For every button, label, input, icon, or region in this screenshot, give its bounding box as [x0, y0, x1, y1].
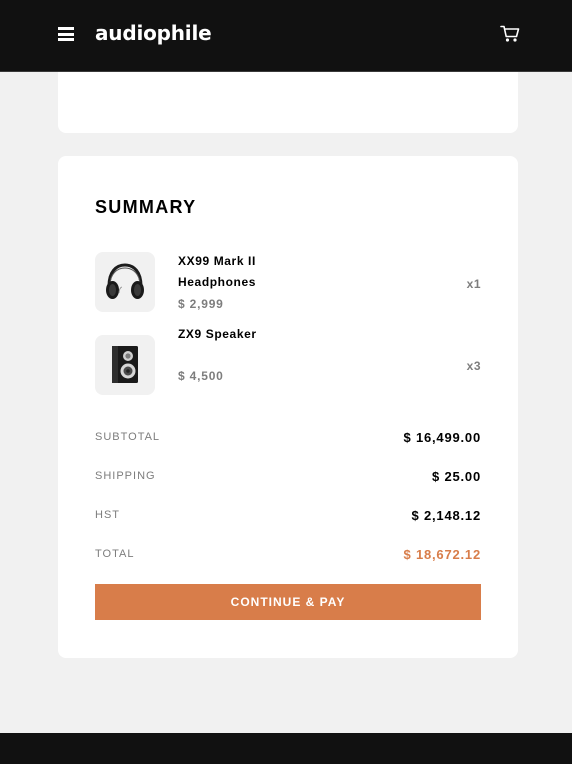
hst-value: $ 2,148.12 — [411, 508, 481, 523]
item-quantity: x1 — [466, 277, 481, 291]
item-price: $ 2,999 — [178, 297, 224, 311]
summary-card: SUMMARY XX99 Mark II Headphones $ 2,999 … — [58, 156, 518, 658]
grand-total-label: TOTAL — [95, 548, 135, 560]
item-name: ZX9 Speaker — [178, 327, 257, 341]
item-name: XX99 Mark II Headphones — [178, 254, 257, 289]
item-price: $ 4,500 — [178, 369, 224, 383]
subtotal-value: $ 16,499.00 — [403, 430, 481, 445]
item-quantity: x3 — [466, 359, 481, 373]
hamburger-menu-icon[interactable] — [58, 27, 74, 41]
checkout-form-card — [58, 72, 518, 133]
site-footer — [0, 733, 572, 764]
shopping-cart-icon[interactable] — [500, 25, 520, 43]
grand-total-value: $ 18,672.12 — [403, 547, 481, 562]
cart-item: ZX9 Speaker $ 4,500 x3 — [95, 327, 481, 395]
hst-label: HST — [95, 509, 120, 521]
cart-item: XX99 Mark II Headphones $ 2,999 x1 — [95, 252, 481, 312]
shipping-row: SHIPPING $ 25.00 — [95, 469, 481, 486]
subtotal-label: SUBTOTAL — [95, 431, 161, 443]
continue-and-pay-button[interactable]: CONTINUE & PAY — [95, 584, 481, 620]
hst-row: HST $ 2,148.12 — [95, 508, 481, 525]
site-header: audiophile — [0, 0, 572, 72]
summary-title: SUMMARY — [95, 197, 197, 217]
grand-total-row: TOTAL $ 18,672.12 — [95, 547, 481, 564]
shipping-label: SHIPPING — [95, 470, 156, 482]
logo[interactable]: audiophile — [95, 21, 212, 45]
headphones-icon — [95, 252, 155, 312]
subtotal-row: SUBTOTAL $ 16,499.00 — [95, 430, 481, 447]
shipping-value: $ 25.00 — [432, 469, 481, 484]
speaker-icon — [95, 335, 155, 395]
